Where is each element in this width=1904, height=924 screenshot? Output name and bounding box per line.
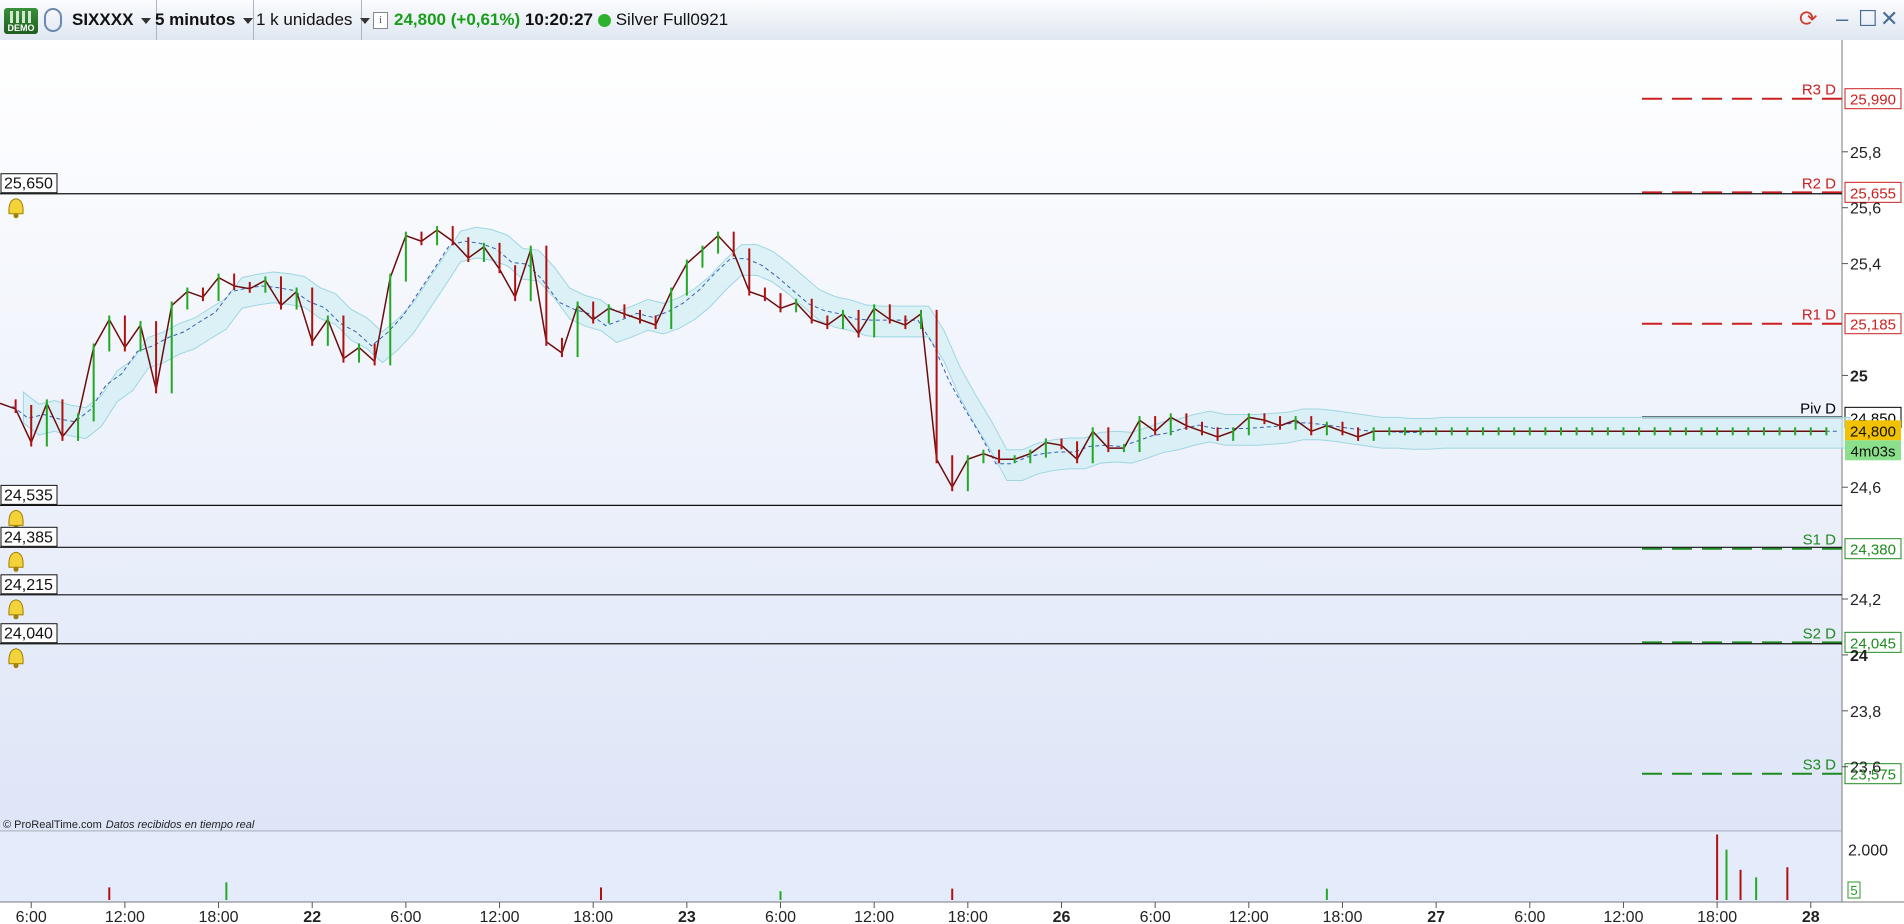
candle-timer-value: 4m03s bbox=[1850, 443, 1895, 460]
quote-bar: i 24,800 (+0,61%) 10:20:27 Silver Full09… bbox=[373, 0, 728, 40]
price-tick-label: 23,8 bbox=[1850, 704, 1881, 721]
copyright-note: © ProRealTime.com Datos recibidos en tiem… bbox=[3, 819, 254, 831]
last-price-value: 24,800 bbox=[1850, 423, 1896, 440]
instrument-selector[interactable]: SIXXXX bbox=[66, 0, 157, 40]
refresh-icon[interactable]: ⟳ bbox=[1799, 8, 1817, 30]
time-tick-label: 12:00 bbox=[1603, 909, 1643, 924]
level-name: S3 D bbox=[1803, 757, 1837, 774]
maximize-icon[interactable]: ☐ bbox=[1858, 8, 1878, 30]
level-name: S1 D bbox=[1803, 532, 1837, 549]
link-icon[interactable] bbox=[44, 8, 62, 32]
price-tick-label: 25,6 bbox=[1850, 201, 1881, 218]
time-tick-label: 18:00 bbox=[948, 909, 988, 924]
demo-label: DEMO bbox=[7, 23, 35, 33]
time-tick-label: 6:00 bbox=[390, 909, 421, 924]
level-value: 24,380 bbox=[1850, 542, 1896, 559]
info-icon[interactable]: i bbox=[373, 11, 388, 29]
alert-value: 24,535 bbox=[4, 487, 53, 504]
timeframe-label: 5 minutos bbox=[155, 10, 236, 29]
time-tick-label: 12:00 bbox=[105, 909, 145, 924]
bell-icon bbox=[13, 213, 19, 219]
time-tick-label: 6:00 bbox=[1514, 909, 1545, 924]
quote-time: 10:20:27 bbox=[524, 10, 593, 29]
time-tick-label: 18:00 bbox=[573, 909, 613, 924]
price-tick-label: 24,2 bbox=[1850, 592, 1881, 609]
volume-tick-label: 2.000 bbox=[1848, 843, 1888, 860]
minimize-icon[interactable]: – bbox=[1836, 8, 1848, 30]
bell-icon bbox=[8, 509, 24, 526]
volume-background bbox=[0, 832, 1842, 902]
time-tick-label: 26 bbox=[1053, 909, 1071, 924]
price-tick-label: 25,4 bbox=[1850, 257, 1881, 274]
time-tick-label: 6:00 bbox=[16, 909, 47, 924]
chevron-down-icon bbox=[243, 18, 254, 24]
time-tick-label: 12:00 bbox=[480, 909, 520, 924]
bell-icon bbox=[8, 198, 24, 215]
timeframe-selector[interactable]: 5 minutos bbox=[151, 0, 254, 40]
level-value: 25,990 bbox=[1850, 92, 1896, 109]
price-tick-label: 24 bbox=[1850, 648, 1868, 665]
volume-corner-label: 5 bbox=[1850, 883, 1857, 898]
live-status-icon bbox=[597, 13, 611, 27]
chart-toolbar: DEMO SIXXXX 5 minutos 1 k unidades i 24,… bbox=[0, 0, 1904, 41]
data-status-text: Datos recibidos en tiempo real bbox=[105, 819, 255, 831]
alert-value: 24,385 bbox=[4, 529, 53, 546]
level-name: R2 D bbox=[1802, 175, 1836, 192]
time-tick-label: 22 bbox=[303, 909, 321, 924]
time-tick-label: 12:00 bbox=[1229, 909, 1269, 924]
price-tick-label: 25,8 bbox=[1850, 145, 1881, 162]
bell-icon bbox=[13, 663, 19, 669]
alert-value: 24,215 bbox=[4, 577, 53, 594]
time-tick-label: 18:00 bbox=[1697, 909, 1737, 924]
demo-logo: DEMO bbox=[4, 8, 38, 34]
chevron-down-icon bbox=[141, 18, 152, 24]
level-name: S2 D bbox=[1803, 625, 1837, 642]
close-icon[interactable]: ✕ bbox=[1880, 8, 1898, 30]
level-name: R3 D bbox=[1802, 82, 1836, 99]
time-tick-label: 28 bbox=[1802, 909, 1820, 924]
last-price-text: 24,800 bbox=[394, 10, 446, 29]
price-tick-label: 25 bbox=[1850, 368, 1868, 385]
chevron-down-icon bbox=[360, 18, 371, 24]
bell-icon bbox=[13, 614, 19, 620]
level-value: 25,185 bbox=[1850, 317, 1896, 334]
copyright-text: © ProRealTime.com bbox=[3, 819, 102, 831]
time-tick-label: 6:00 bbox=[1140, 909, 1171, 924]
price-change-text: (+0,61%) bbox=[450, 10, 521, 29]
bell-icon bbox=[13, 566, 19, 572]
instrument-label: SIXXXX bbox=[72, 10, 134, 29]
price-tick-label: 24,6 bbox=[1850, 480, 1881, 497]
time-tick-label: 18:00 bbox=[1322, 909, 1362, 924]
units-label: 1 k unidades bbox=[256, 10, 353, 29]
alert-value: 25,650 bbox=[4, 176, 53, 193]
bell-icon bbox=[8, 648, 24, 665]
time-tick-label: 27 bbox=[1427, 909, 1445, 924]
time-tick-label: 12:00 bbox=[854, 909, 894, 924]
time-tick-label: 18:00 bbox=[199, 909, 239, 924]
alert-value: 24,040 bbox=[4, 626, 53, 643]
level-name: Piv D bbox=[1800, 400, 1836, 417]
contract-name: Silver Full0921 bbox=[615, 10, 729, 29]
price-tick-label: 23,6 bbox=[1850, 760, 1881, 777]
time-tick-label: 23 bbox=[678, 909, 696, 924]
price-chart[interactable]: R3 D25,990R2 D25,655R1 D25,185Piv D24,85… bbox=[0, 40, 1904, 924]
units-selector[interactable]: 1 k unidades bbox=[254, 0, 371, 40]
bell-icon bbox=[8, 599, 24, 616]
level-name: R1 D bbox=[1802, 307, 1836, 324]
bell-icon bbox=[8, 551, 24, 568]
time-tick-label: 6:00 bbox=[765, 909, 796, 924]
